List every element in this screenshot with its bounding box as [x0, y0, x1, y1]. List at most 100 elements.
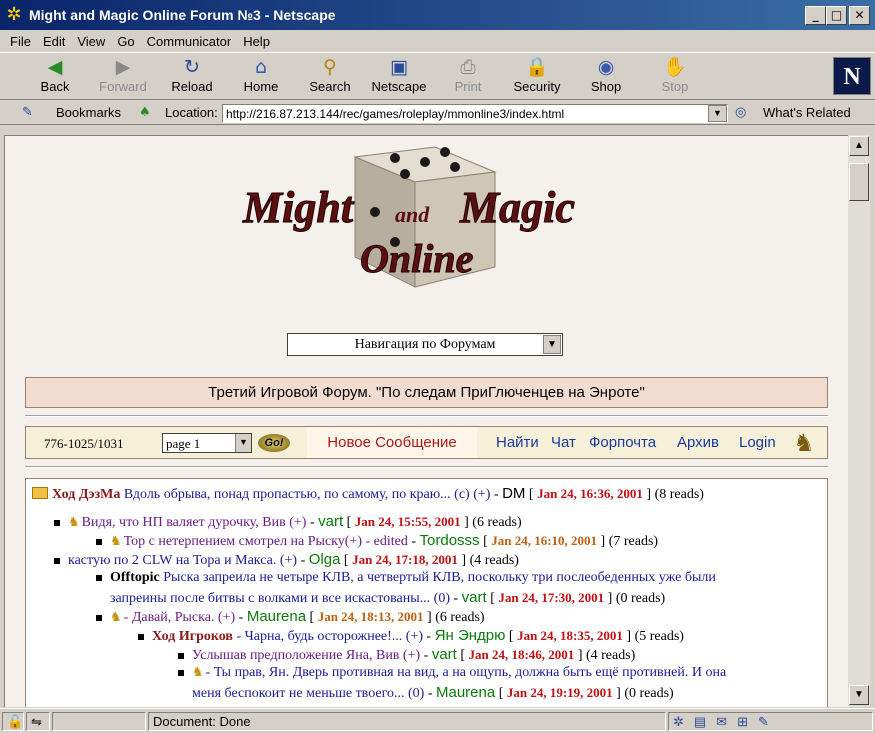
reload-button[interactable]: ↻ Reload [161, 55, 223, 99]
status-bar: 🔓 ⇋ Document: Done ✲▤✉⊞✎ [0, 708, 875, 733]
bullet-icon [96, 538, 102, 545]
component-bar-icons[interactable]: ✲▤✉⊞✎ [668, 712, 873, 731]
minimize-button[interactable]: _ [805, 6, 826, 25]
bullet-icon [96, 574, 102, 581]
forum-navigation-value: Навигация по Форумам [354, 337, 496, 352]
toolbar-grip[interactable] [0, 126, 875, 135]
forward-button[interactable]: ▶ Forward [92, 55, 154, 99]
vertical-scrollbar[interactable]: ▲ ▼ [848, 135, 870, 707]
navigation-toolbar: ◀ Back ▶ Forward ↻ Reload ⌂ Home ⚲ Search ▣ Ne… [0, 52, 875, 100]
dragon-icon: ♞ [793, 429, 815, 457]
chevron-down-icon[interactable]: ▼ [708, 105, 727, 122]
whats-related-button[interactable]: What's Related [763, 105, 851, 120]
list-item-continuation: меня беспокоит не меньше твоего... (0) -… [192, 684, 674, 701]
print-button[interactable]: ⎙ Print [437, 55, 499, 99]
maximize-button[interactable]: □ [826, 6, 847, 25]
netscape-icon: ▣ [390, 56, 408, 78]
bullet-icon [138, 633, 144, 640]
menu-view[interactable]: View [71, 34, 111, 49]
search-icon: ⚲ [323, 56, 337, 78]
list-item: Ход Игроков - Чарна, будь осторожнее!...… [138, 627, 684, 645]
thread-title[interactable]: Ход Игроков [152, 629, 233, 644]
bookmarks-button[interactable]: Bookmarks [56, 105, 121, 120]
netscape-app-icon: ✲ [6, 4, 22, 25]
location-icon: ♠ [139, 105, 151, 120]
folder-icon [32, 487, 48, 499]
status-text: Document: Done [148, 712, 666, 731]
location-bar: ✎ Bookmarks ♠ Location: http://216.87.21… [0, 101, 875, 125]
new-message-icon: ♞ [68, 515, 80, 530]
bullet-icon [54, 557, 60, 564]
progress-bar [52, 712, 146, 731]
url-input[interactable]: http://216.87.213.144/rec/games/roleplay… [222, 104, 728, 123]
location-label: Location: [165, 105, 218, 120]
menu-communicator[interactable]: Communicator [141, 34, 238, 49]
forum-mail-link[interactable]: Форпочта [589, 434, 656, 451]
message-count: 776-1025/1031 [44, 436, 124, 451]
svg-text:Might: Might [242, 183, 355, 232]
back-button[interactable]: ◀ Back [24, 55, 86, 99]
archive-link[interactable]: Архив [677, 434, 719, 451]
print-icon: ⎙ [460, 56, 476, 78]
menu-bar: File Edit View Go Communicator Help [0, 30, 875, 52]
forum-title: Третий Игровой Форум. "По следам ПриГлюч… [25, 377, 828, 408]
new-message-icon: ♞ [192, 665, 204, 680]
whats-related-icon: ◎ [735, 105, 747, 120]
forum-navigation-select[interactable]: Навигация по Форумам ▼ [287, 333, 563, 356]
thread-title[interactable]: Ход ДэзМа [52, 487, 120, 502]
list-item: Ход ДэзМа Вдоль обрыва, понад пропастью,… [32, 485, 704, 503]
new-message-link[interactable]: Новое Сообщение [307, 427, 477, 458]
new-message-icon: ♞ [110, 534, 122, 549]
list-item: Offtopic Рыска запреила не четыре КЛВ, а… [96, 570, 716, 586]
close-button[interactable]: ✕ [849, 6, 870, 25]
back-icon: ◀ [47, 56, 63, 78]
bullet-icon [96, 614, 102, 621]
security-button[interactable]: 🔒 Security [506, 55, 568, 99]
stop-button[interactable]: ✋ Stop [644, 55, 706, 99]
menu-edit[interactable]: Edit [37, 34, 71, 49]
bullet-icon [54, 519, 60, 526]
page-select[interactable]: page 1 ▼ [162, 433, 252, 453]
list-item: ♞ - Давай, Рыска. (+) - Maurena [ Jan 24,… [96, 608, 485, 626]
menu-file[interactable]: File [4, 34, 37, 49]
divider [25, 466, 828, 468]
list-item-continuation: запреины после битвы с волками и все иск… [110, 589, 666, 606]
list-item: Услышав предположение Яна, Вив (+) - var… [178, 646, 635, 664]
search-link[interactable]: Найти [496, 434, 539, 451]
shop-button[interactable]: ◉ Shop [575, 55, 637, 99]
svg-text:Online: Online [360, 236, 473, 281]
scroll-down-button[interactable]: ▼ [849, 685, 869, 705]
menu-go[interactable]: Go [111, 34, 140, 49]
chevron-down-icon[interactable]: ▼ [543, 335, 561, 354]
search-button[interactable]: ⚲ Search [299, 55, 361, 99]
divider [25, 415, 828, 417]
chevron-down-icon[interactable]: ▼ [235, 434, 251, 452]
list-item: кастую по 2 CLW на Тора и Макса. (+) - O… [54, 551, 519, 569]
page-content: Might and Magic Online Навигация по Фору… [4, 135, 848, 707]
netscape-button[interactable]: ▣ Netscape [368, 55, 430, 99]
stop-icon: ✋ [663, 56, 687, 78]
window-title: Might and Magic Online Forum №3 - Netsca… [29, 7, 336, 23]
scroll-up-button[interactable]: ▲ [849, 136, 869, 156]
title-bar: ✲ Might and Magic Online Forum №3 - Nets… [0, 0, 875, 30]
list-item: ♞ Тор с нетерпением смотрел на Рыску(+) -… [96, 532, 658, 550]
forward-icon: ▶ [115, 56, 131, 78]
thread-title[interactable]: Offtopic [110, 570, 160, 585]
login-link[interactable]: Login [739, 434, 776, 451]
thread-list: Ход ДэзМа Вдоль обрыва, понад пропастью,… [25, 478, 828, 707]
home-button[interactable]: ⌂ Home [230, 55, 292, 99]
bullet-icon [178, 652, 184, 659]
security-lock-icon[interactable]: 🔓 [2, 712, 24, 731]
home-icon: ⌂ [254, 56, 268, 78]
svg-text:Magic: Magic [459, 183, 575, 232]
scroll-thumb[interactable] [849, 163, 869, 201]
netscape-logo[interactable]: N [833, 57, 871, 95]
svg-text:and: and [395, 202, 430, 227]
bookmarks-icon: ✎ [22, 105, 33, 120]
menu-help[interactable]: Help [237, 34, 276, 49]
chat-link[interactable]: Чат [551, 434, 576, 451]
go-button[interactable]: Go! [258, 434, 290, 452]
shop-icon: ◉ [597, 56, 615, 78]
security-icon: 🔒 [525, 56, 549, 78]
list-item: ♞ Видя, что НП валяет дурочку, Вив (+) - … [54, 513, 522, 531]
